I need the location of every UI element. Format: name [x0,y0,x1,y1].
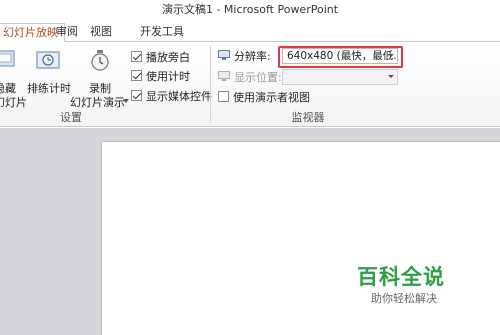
chevron-down-icon [123,99,129,103]
resolution-label: 分辨率: [234,49,271,63]
presenter-view-checkbox[interactable]: 使用演示者视图 [218,89,310,104]
check-icon [131,90,142,101]
tab-view[interactable]: 视图 [84,23,118,42]
rehearse-timings-label: 排练计时 [27,82,71,95]
tab-developer[interactable]: 开发工具 [134,23,190,42]
rehearse-timings-icon [36,51,60,69]
hide-slide-icon [0,50,15,67]
play-narrations-checkbox[interactable]: 播放旁白 [131,49,190,64]
chevron-down-icon [388,75,394,78]
show-media-controls-label: 显示媒体控件 [146,89,212,103]
play-narrations-label: 播放旁白 [146,50,190,64]
resolution-row: 分辨率: [218,48,271,63]
show-on-label: 显示位置: [234,70,282,84]
monitor-icon [218,71,230,81]
use-timings-label: 使用计时 [146,69,190,83]
check-icon [131,70,142,81]
setup-group-label: 设置 [60,111,82,124]
ribbon-tabbar: 幻灯片放映 审阅 视图 开发工具 [0,20,500,42]
watermark-subtitle: 助你轻松解决 [371,292,437,305]
record-slideshow-label-2: 幻灯片演示 [70,96,125,109]
monitors-group-label: 监视器 [291,111,325,124]
presenter-view-label: 使用演示者视图 [233,90,310,104]
window-title: 演示文稿1 - Microsoft PowerPoint [0,0,500,20]
rehearse-timings-button[interactable]: 排练计时 [25,46,71,98]
show-on-dropdown[interactable] [282,69,398,85]
record-slideshow-icon [91,50,109,71]
hide-slide-button[interactable]: 隐藏 幻灯片 [0,48,27,109]
group-separator [210,46,211,122]
ribbon: 隐藏 幻灯片 排练计时 录制 幻灯片演示 播放旁白 使用计时 [0,42,500,127]
use-timings-checkbox[interactable]: 使用计时 [131,68,190,83]
hide-slide-label-2: 幻灯片 [0,96,27,109]
monitor-icon [218,50,230,60]
show-media-controls-checkbox[interactable]: 显示媒体控件 [131,88,212,103]
check-icon [131,51,142,62]
tab-review[interactable]: 审阅 [50,23,84,42]
record-slideshow-button[interactable]: 录制 幻灯片演示 [70,46,130,109]
slide-canvas[interactable] [101,141,500,335]
watermark-logo-text: 百科全说 [357,265,445,289]
highlight-annotation [278,46,403,68]
checkbox-box [218,91,229,102]
show-on-row: 显示位置: [218,69,282,84]
